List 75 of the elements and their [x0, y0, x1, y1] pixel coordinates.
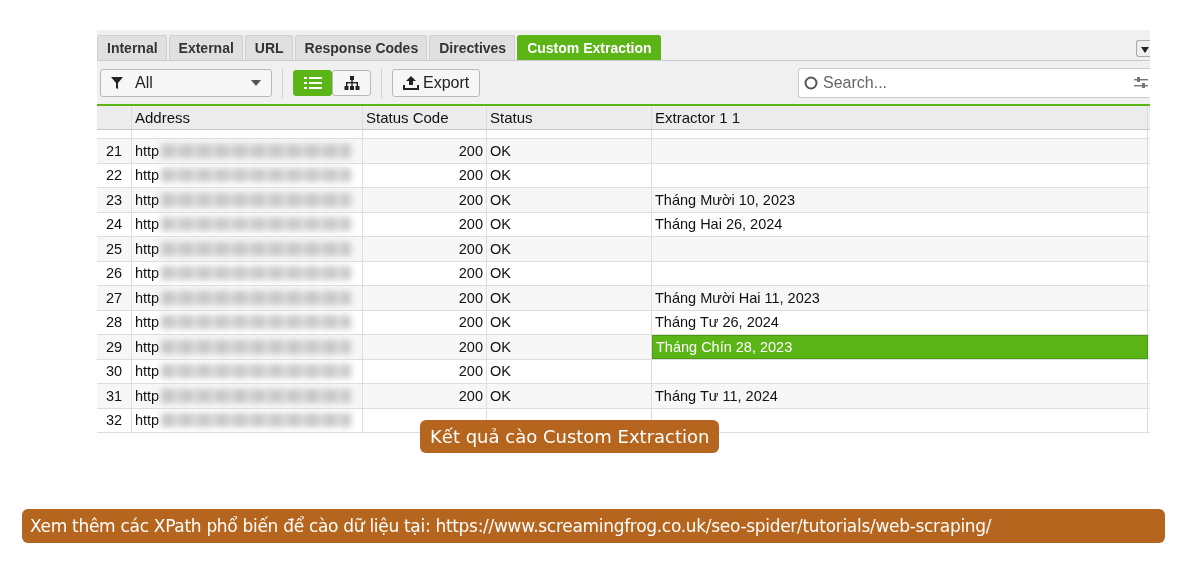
image-caption: Kết quả cào Custom Extraction [420, 420, 720, 453]
export-button[interactable]: Export [392, 68, 481, 97]
hierarchy-icon [343, 75, 360, 90]
table-cell: http [135, 387, 160, 404]
table-cell: http [135, 338, 160, 355]
table-cell: OK [490, 142, 511, 159]
table-cell: OK [490, 191, 511, 208]
table-cell: 200 [458, 191, 483, 208]
row-number: 27 [97, 286, 132, 310]
table-cell: http [135, 167, 160, 184]
row-number: 30 [97, 359, 132, 383]
table-cell: OK [490, 387, 511, 404]
table-cell: OK [490, 265, 511, 282]
table-cell[interactable]: Tháng Mười Hai 11, 2023 [652, 286, 1148, 310]
row-number: 29 [97, 335, 132, 359]
table-cell[interactable]: Tháng Mười 10, 2023 [652, 188, 1148, 212]
tab[interactable]: External [168, 35, 243, 60]
row-number: 26 [97, 261, 132, 285]
table-cell: OK [490, 216, 511, 233]
tab[interactable]: URL [244, 35, 293, 60]
table-cell: http [135, 412, 160, 429]
search-field[interactable]: Search... [798, 67, 1150, 98]
table-cell: http [135, 289, 160, 306]
tab[interactable]: Internal [97, 35, 167, 60]
caret-icon [1141, 47, 1149, 53]
footer-note: Xem thêm các XPath phổ biến để cào dữ liệu tại: https://www.screamingfrog.co.uk/seo-spider/tutorials/web-scraping/ [22, 509, 1165, 543]
table-cell: 200 [458, 216, 483, 233]
table-cell: 200 [458, 289, 483, 306]
table-cell: 200 [458, 265, 483, 282]
caret-icon [251, 79, 261, 86]
row-number: 21 [97, 139, 132, 163]
table-cell: 200 [458, 314, 483, 331]
table-cell: http [135, 240, 160, 257]
table-cell: 200 [458, 142, 483, 159]
row-number: 32 [97, 408, 132, 432]
table-cell[interactable]: Tháng Tư 26, 2024 [652, 310, 1148, 334]
column-header[interactable]: Address [132, 106, 363, 129]
table-cell: http [135, 216, 160, 233]
upload-icon [403, 75, 419, 90]
tab[interactable]: Directives [429, 35, 516, 60]
table-cell: 200 [458, 363, 483, 380]
column-header[interactable]: Status [487, 106, 652, 129]
row-number: 23 [97, 188, 132, 212]
tab[interactable]: Response Codes [294, 35, 428, 60]
table-cell: http [135, 191, 160, 208]
table-cell: http [135, 363, 160, 380]
table-cell: OK [490, 167, 511, 184]
row-number: 28 [97, 310, 132, 334]
list-icon [303, 76, 322, 89]
dropdown-button[interactable] [1136, 40, 1150, 57]
table-cell: OK [490, 289, 511, 306]
table-cell[interactable]: Tháng Hai 26, 2024 [652, 212, 1148, 236]
table-cell: http [135, 265, 160, 282]
row-number: 31 [97, 384, 132, 408]
table-cell: 200 [458, 387, 483, 404]
row-number: 22 [97, 163, 132, 187]
table-cell[interactable]: Tháng Tư 11, 2024 [652, 384, 1148, 408]
column-header[interactable]: Extractor 1 1 [652, 106, 1148, 129]
filter-icon [111, 76, 123, 89]
table-cell: 200 [458, 338, 483, 355]
table-cell: 200 [458, 240, 483, 257]
table-cell: http [135, 314, 160, 331]
table-cell: OK [490, 363, 511, 380]
tree-view-button[interactable] [332, 69, 371, 96]
row-number: 25 [97, 237, 132, 261]
table-cell: 200 [458, 167, 483, 184]
table-cell: OK [490, 338, 511, 355]
filter-dropdown[interactable]: All [100, 68, 272, 97]
column-header[interactable]: Status Code [363, 106, 487, 129]
table-cell: http [135, 142, 160, 159]
table-cell: OK [490, 240, 511, 257]
search-icon [804, 75, 818, 90]
sliders-icon [1134, 76, 1148, 89]
table-cell: OK [490, 314, 511, 331]
row-number: 24 [97, 212, 132, 236]
